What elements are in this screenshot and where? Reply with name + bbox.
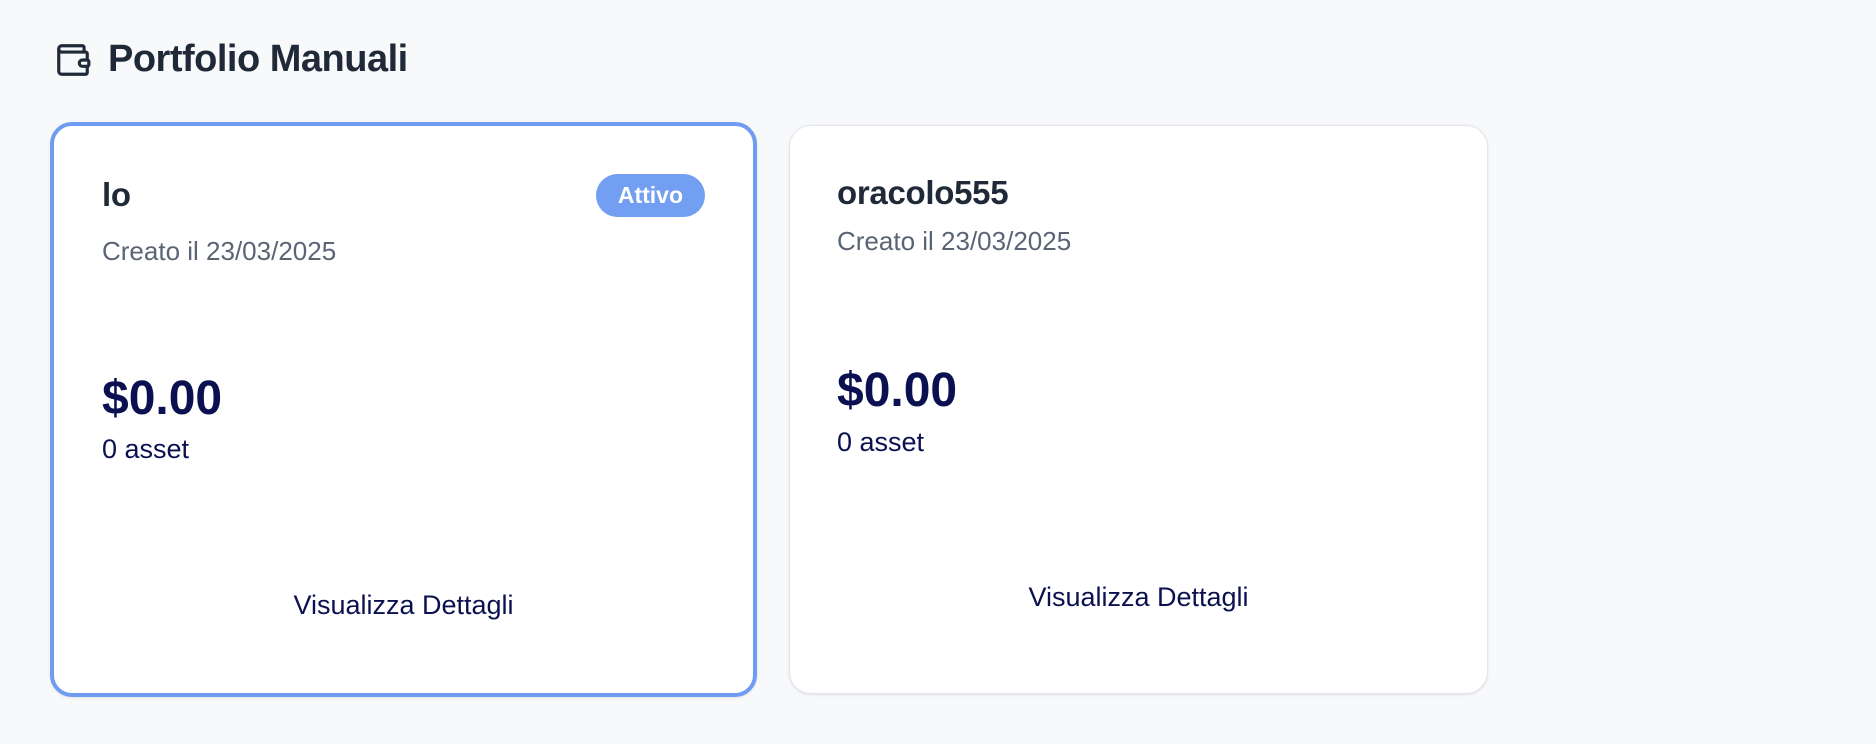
wallet-icon [54, 41, 92, 79]
view-details-button[interactable]: Visualizza Dettagli [790, 582, 1487, 613]
portfolio-card-oracolo555[interactable]: oracolo555 Creato il 23/03/2025 $0.00 0 … [789, 125, 1488, 694]
view-details-button[interactable]: Visualizza Dettagli [54, 590, 753, 621]
portfolio-value: $0.00 [837, 364, 958, 417]
portfolio-value: $0.00 [102, 372, 223, 425]
portfolio-name: lo [102, 176, 131, 213]
portfolio-asset-count: 0 asset [102, 434, 190, 464]
portfolio-created-date: Creato il 23/03/2025 [837, 226, 1072, 256]
portfolio-name: oracolo555 [837, 174, 1009, 211]
page-header: Portfolio Manuali [54, 38, 408, 81]
portfolio-created-date: Creato il 23/03/2025 [102, 236, 337, 266]
page-title: Portfolio Manuali [108, 38, 408, 80]
portfolio-card-lo[interactable]: lo Attivo Creato il 23/03/2025 $0.00 0 a… [50, 122, 757, 697]
status-badge: Attivo [595, 174, 705, 217]
portfolio-asset-count: 0 asset [837, 427, 925, 457]
